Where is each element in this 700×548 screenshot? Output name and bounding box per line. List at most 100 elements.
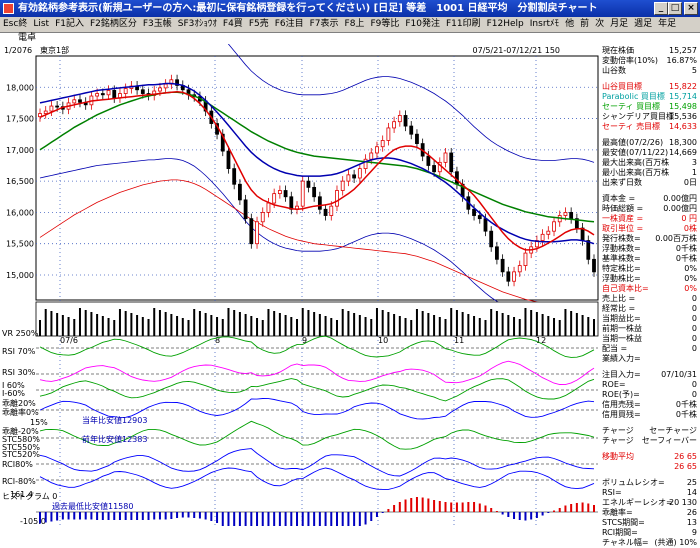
- menu-item-20[interactable]: 週足: [631, 17, 655, 32]
- candle-body: [317, 196, 322, 210]
- panel-row: 出来ず日数 0日: [600, 178, 700, 188]
- candle-body: [329, 205, 334, 216]
- histogram-bar: [490, 508, 493, 512]
- close-button[interactable]: ×: [684, 2, 698, 15]
- menu-item-6[interactable]: F4買: [220, 17, 246, 32]
- menu-item-5[interactable]: SF3ｵｼｮｳｵ: [175, 17, 220, 32]
- volume-bar: [341, 309, 344, 336]
- menu-item-10[interactable]: F8上: [342, 17, 368, 32]
- histogram-bar: [387, 509, 390, 512]
- histogram-bar: [433, 500, 436, 512]
- menu-item-2[interactable]: F1記入: [52, 17, 87, 32]
- panel-value: 20 130: [669, 498, 697, 507]
- axis-mark-label: -105.0: [20, 517, 46, 526]
- candle-body: [106, 90, 111, 96]
- panel-value: 26: [686, 508, 697, 517]
- menu-item-11[interactable]: F9等比: [367, 17, 402, 32]
- candle-body: [312, 186, 317, 198]
- menu-item-12[interactable]: F10発注: [402, 17, 443, 32]
- menu-item-0[interactable]: Esc終: [0, 17, 30, 32]
- panel-value: 0千株: [675, 410, 697, 419]
- calculator-label[interactable]: 電卓: [18, 33, 36, 43]
- histogram-bar: [238, 512, 241, 526]
- histogram-bar: [307, 512, 310, 526]
- menu-item-9[interactable]: F7表示: [307, 17, 342, 32]
- menu-item-15[interactable]: Insrtﾒﾓ: [527, 17, 562, 32]
- candle-body: [352, 174, 357, 179]
- volume-bar: [233, 310, 236, 336]
- volume-bar: [256, 318, 259, 336]
- panel-row: RSI= 14: [600, 488, 700, 498]
- panel-value: セーチャージ: [649, 426, 697, 435]
- volume-bar: [387, 312, 390, 336]
- volume-bar: [141, 317, 144, 336]
- panel-value: 13: [686, 518, 697, 527]
- histogram-bar: [256, 512, 259, 526]
- candle-body: [95, 93, 100, 97]
- panel-row: 移動平均 26 65: [600, 452, 700, 462]
- menu-item-4[interactable]: F3玉帳: [140, 17, 175, 32]
- histogram-bar: [404, 499, 407, 512]
- volume-bar: [170, 314, 173, 336]
- histogram-bar: [530, 512, 533, 520]
- volume-bar: [301, 308, 304, 336]
- histogram-bar: [535, 512, 538, 518]
- volume-bar: [136, 315, 139, 336]
- histogram-bar: [130, 512, 133, 520]
- menu-item-13[interactable]: F11印刷: [443, 17, 484, 32]
- chart-code: 1/2076: [4, 46, 32, 55]
- candle-body: [563, 212, 568, 216]
- histogram-bar: [438, 501, 441, 512]
- menu-item-19[interactable]: 月足: [607, 17, 631, 32]
- histogram-bar: [513, 512, 516, 519]
- menu-item-8[interactable]: F6注目: [272, 17, 307, 32]
- panel-value: 1: [691, 168, 697, 177]
- oscillator-line: [39, 335, 595, 358]
- panel-value: 25: [686, 478, 697, 487]
- panel-row: 業績入力=: [600, 354, 700, 364]
- histogram-bar: [330, 512, 333, 526]
- panel-row: セーティ 買目標 15,498: [600, 102, 700, 112]
- volume-bar: [176, 316, 179, 336]
- panel-label: 変動倍率(10%): [602, 56, 659, 65]
- panel-value: 0.00億円: [663, 194, 697, 203]
- panel-label: エネルギーレシオ=: [602, 498, 673, 507]
- candle-body: [226, 150, 231, 170]
- histogram-bar: [318, 512, 321, 526]
- histogram-bar: [524, 512, 527, 521]
- volume-bar: [393, 314, 396, 336]
- maximize-button[interactable]: □: [668, 2, 682, 15]
- menu-item-21[interactable]: 年足: [655, 17, 679, 32]
- panel-value: 14,669: [669, 148, 697, 157]
- histogram-bar: [375, 512, 378, 517]
- histogram-bar: [39, 512, 41, 524]
- panel-label: 前期一株益: [602, 324, 642, 333]
- candle-body: [289, 196, 294, 210]
- menu-item-14[interactable]: F12Help: [484, 17, 527, 32]
- minimize-button[interactable]: _: [654, 2, 668, 15]
- volume-bar: [490, 309, 493, 336]
- volume-bar: [547, 316, 550, 336]
- panel-value: 14,633: [669, 122, 697, 131]
- panel-row: 当期益比= 0: [600, 314, 700, 324]
- panel-label: 注目入力=: [602, 370, 641, 379]
- x-tick-label: 11: [454, 336, 464, 345]
- panel-value: 15,714: [669, 92, 697, 101]
- menu-item-7[interactable]: F5売: [246, 17, 272, 32]
- candle-body: [323, 208, 328, 216]
- menu-item-17[interactable]: 前: [577, 17, 592, 32]
- candle-body: [249, 218, 254, 245]
- panel-row: RCI期間= 9: [600, 528, 700, 538]
- menu-item-3[interactable]: F2銘柄区分: [87, 17, 140, 32]
- panel-label: 発行株数=: [602, 234, 641, 243]
- menu-item-16[interactable]: 他: [562, 17, 577, 32]
- candle-body: [586, 240, 591, 260]
- panel-label: 基準株数=: [602, 254, 641, 263]
- histogram-bar: [484, 505, 487, 512]
- price-chart[interactable]: 1/2076 東京1部 07/5/21-07/12/21 150 18,000 17,5…: [0, 44, 600, 526]
- menu-item-1[interactable]: List: [30, 17, 52, 32]
- panel-row: シャンデリア買目標 15,536: [600, 112, 700, 122]
- histogram-bar: [290, 512, 293, 526]
- volume-bar: [415, 309, 418, 336]
- menu-item-18[interactable]: 次: [592, 17, 607, 32]
